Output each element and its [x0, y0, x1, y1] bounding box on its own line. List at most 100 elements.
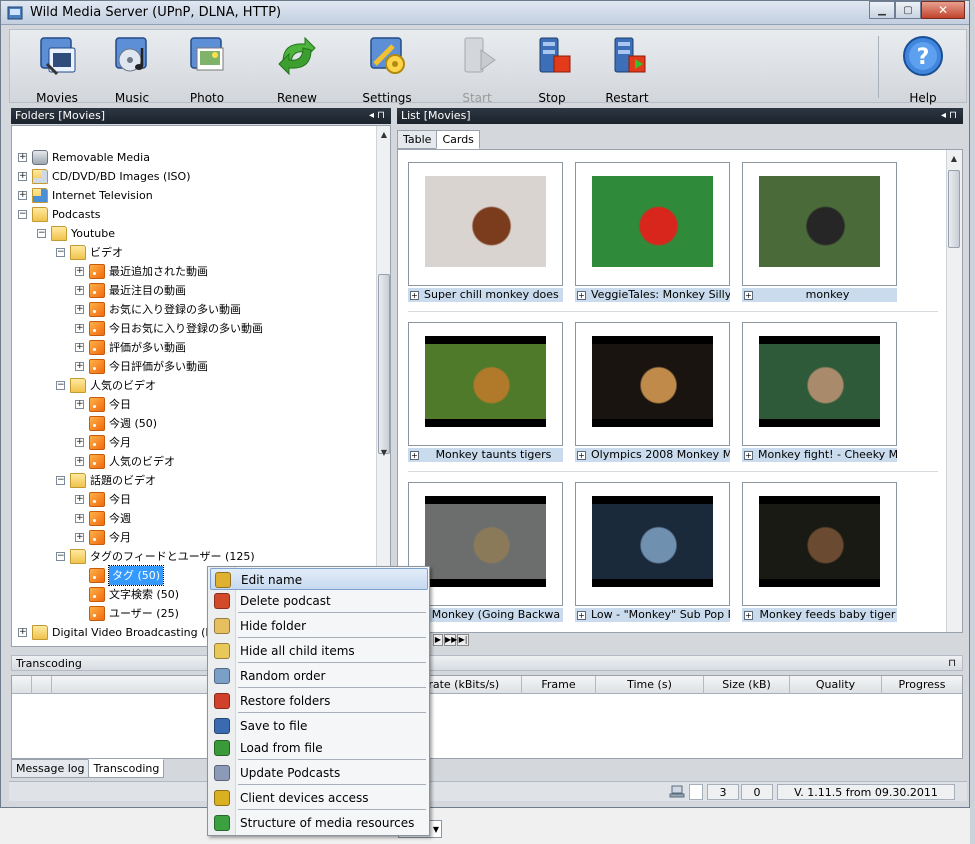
expand-icon[interactable]: + — [577, 291, 586, 300]
pager-fast-forward-icon[interactable]: ▶▶ — [444, 634, 457, 646]
collapse-icon[interactable]: − — [56, 552, 65, 561]
tree-item[interactable]: − 人気のビデオ — [12, 376, 374, 395]
column-header-quality[interactable]: Quality — [790, 676, 882, 694]
tree-item[interactable]: − 話題のビデオ — [12, 471, 374, 490]
collapse-icon[interactable]: − — [56, 248, 65, 257]
tree-item[interactable]: + 最近追加された動画 — [12, 262, 374, 281]
tree-item[interactable]: − ビデオ — [12, 243, 374, 262]
expand-icon[interactable]: + — [18, 153, 27, 162]
renew-button[interactable]: Renew — [262, 34, 332, 105]
expand-icon[interactable]: + — [75, 495, 84, 504]
menu-item-random-order[interactable]: Random order — [210, 665, 428, 687]
expand-icon[interactable]: + — [75, 400, 84, 409]
menu-item-delete-podcast[interactable]: Delete podcast — [210, 590, 428, 612]
pin-icon[interactable]: ◂ ⊓ — [369, 108, 385, 124]
expand-icon[interactable]: + — [75, 267, 84, 276]
tree-item[interactable]: + 今月 — [12, 528, 374, 547]
media-card[interactable]: aby Monkey (Going Backwa — [408, 482, 563, 622]
expand-icon[interactable]: + — [18, 628, 27, 637]
scroll-up-icon[interactable]: ▲ — [377, 128, 390, 142]
status-checkbox[interactable] — [689, 784, 703, 800]
tab-cards[interactable]: Cards — [436, 130, 480, 149]
tree-item[interactable]: + 今週 — [12, 509, 374, 528]
menu-item-hide-folder[interactable]: Hide folder — [210, 615, 428, 637]
expand-icon[interactable]: + — [75, 438, 84, 447]
expand-icon[interactable]: + — [75, 324, 84, 333]
minimize-button[interactable]: ▁ — [869, 1, 895, 19]
pin-icon[interactable]: ⊓ — [948, 656, 956, 672]
expand-icon[interactable]: + — [18, 191, 27, 200]
media-card[interactable]: VeggieTales: Monkey Silly So+ — [575, 162, 730, 302]
media-card[interactable]: Super chill monkey does Holl+ — [408, 162, 563, 302]
tree-item[interactable]: + 今日 — [12, 490, 374, 509]
expand-icon[interactable]: + — [744, 451, 753, 460]
expand-icon[interactable]: + — [410, 291, 419, 300]
expand-icon[interactable]: + — [744, 611, 753, 620]
tree-item[interactable]: + お気に入り登録の多い動画 — [12, 300, 374, 319]
restart-button[interactable]: Restart — [592, 34, 662, 105]
expand-icon[interactable]: + — [75, 514, 84, 523]
tree-item[interactable]: + 人気のビデオ — [12, 452, 374, 471]
music-button[interactable]: Music — [97, 34, 167, 105]
stop-button[interactable]: Stop — [517, 34, 587, 105]
expand-icon[interactable]: + — [75, 286, 84, 295]
photo-button[interactable]: Photo — [172, 34, 242, 105]
expand-icon[interactable]: + — [75, 457, 84, 466]
scrollbar-thumb[interactable] — [378, 274, 390, 454]
expand-icon[interactable]: + — [410, 451, 419, 460]
expand-icon[interactable]: + — [75, 362, 84, 371]
movies-button[interactable]: Movies — [22, 34, 92, 105]
menu-item-client-access[interactable]: Client devices access — [210, 787, 428, 809]
start-button[interactable]: Start — [442, 34, 512, 105]
column-header-frame[interactable]: Frame — [522, 676, 596, 694]
expand-icon[interactable]: + — [577, 611, 586, 620]
tab-transcoding[interactable]: Transcoding — [88, 759, 165, 778]
scrollbar-thumb[interactable] — [948, 170, 960, 248]
menu-item-restore-folders[interactable]: Restore folders — [210, 690, 428, 712]
collapse-icon[interactable]: − — [56, 476, 65, 485]
pin-icon[interactable]: ◂ ⊓ — [941, 108, 957, 124]
menu-item-save-file[interactable]: Save to file — [210, 715, 428, 737]
maximize-button[interactable]: ▢ — [895, 1, 921, 19]
expand-icon[interactable]: + — [577, 451, 586, 460]
scroll-up-icon[interactable]: ▲ — [947, 152, 961, 166]
expand-icon[interactable]: + — [18, 172, 27, 181]
expand-icon[interactable]: + — [75, 343, 84, 352]
collapse-icon[interactable]: − — [37, 229, 46, 238]
tree-item[interactable]: + 今日 — [12, 395, 374, 414]
settings-button[interactable]: Settings — [352, 34, 422, 105]
close-button[interactable]: ✕ — [921, 1, 965, 19]
media-card[interactable]: Low - "Monkey" Sub Pop Rec+ — [575, 482, 730, 622]
scroll-down-icon[interactable]: ▼ — [377, 446, 390, 460]
menu-item-edit-name[interactable]: Edit name — [210, 568, 428, 590]
media-card[interactable]: Olympics 2008 Monkey Movi+ — [575, 322, 730, 462]
tree-item[interactable]: + 評価が多い動画 — [12, 338, 374, 357]
tree-item[interactable]: + CD/DVD/BD Images (ISO) — [12, 167, 374, 186]
tree-item[interactable]: 今週 (50) — [12, 414, 374, 433]
media-card[interactable]: Monkey taunts tigers + — [408, 322, 563, 462]
help-button[interactable]: ? Help — [888, 34, 958, 105]
menu-item-hide-children[interactable]: Hide all child items — [210, 640, 428, 662]
media-card[interactable]: monkey + — [742, 162, 897, 302]
tree-item[interactable]: + 今日お気に入り登録の多い動画 — [12, 319, 374, 338]
column-header-bitrate[interactable]: trate (kBits/s) — [418, 676, 522, 694]
pager-last-icon[interactable]: ▶| — [457, 634, 469, 646]
expand-icon[interactable]: + — [744, 291, 753, 300]
tree-item[interactable]: + 最近注目の動画 — [12, 281, 374, 300]
pager-next-icon[interactable]: ▶ — [433, 634, 443, 646]
collapse-icon[interactable]: − — [56, 381, 65, 390]
media-card[interactable]: Monkey feeds baby tiger + — [742, 482, 897, 622]
media-card[interactable]: Monkey fight! - Cheeky Mon + — [742, 322, 897, 462]
expand-icon[interactable]: + — [75, 533, 84, 542]
tree-item[interactable]: + Internet Television — [12, 186, 374, 205]
tree-item[interactable]: + 今月 — [12, 433, 374, 452]
tree-item[interactable]: − タグのフィードとユーザー (125) — [12, 547, 374, 566]
column-header-progress[interactable]: Progress — [882, 676, 962, 694]
list-scrollbar[interactable]: ▲ — [946, 150, 962, 632]
tab-table[interactable]: Table — [397, 130, 438, 149]
column-header-time[interactable]: Time (s) — [596, 676, 704, 694]
tree-item[interactable]: − Youtube — [12, 224, 374, 243]
tree-item[interactable]: − Podcasts — [12, 205, 374, 224]
tab-message-log[interactable]: Message log — [11, 759, 90, 778]
tree-item[interactable]: + 今日評価が多い動画 — [12, 357, 374, 376]
